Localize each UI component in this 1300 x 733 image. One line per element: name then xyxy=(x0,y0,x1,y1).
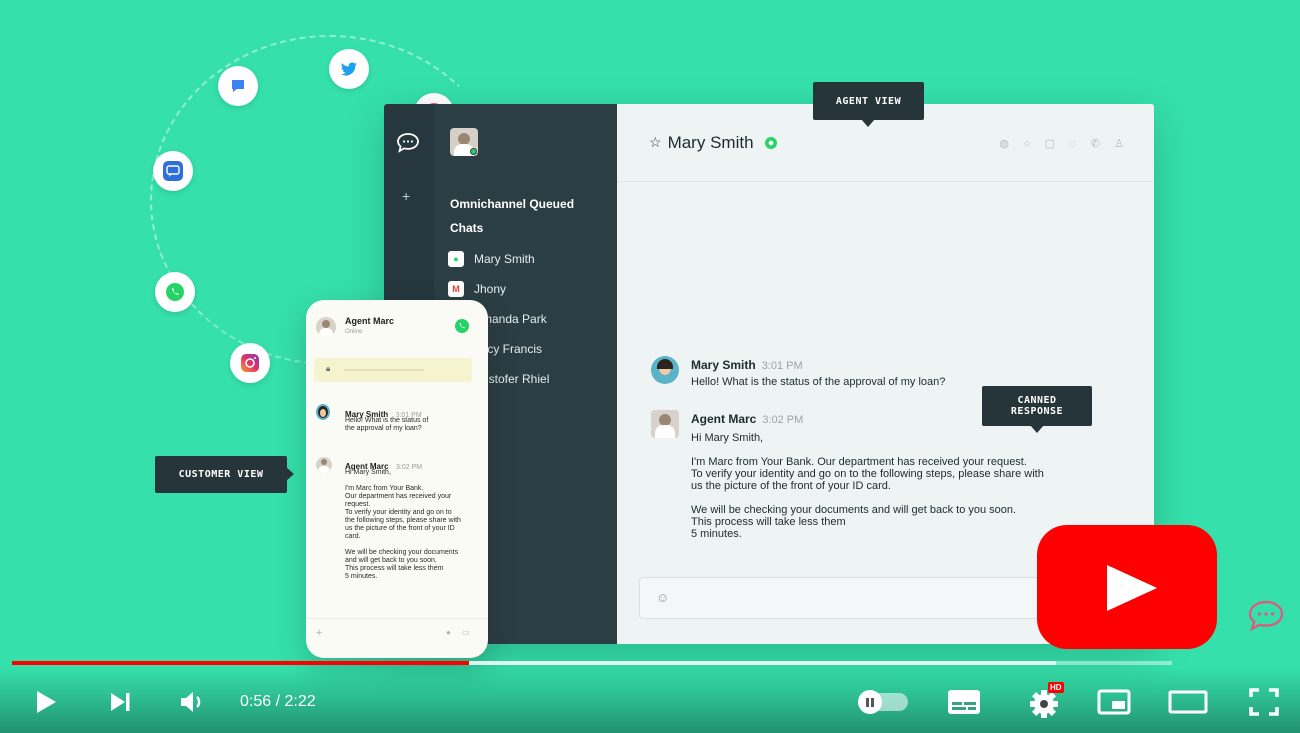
autoplay-toggle[interactable] xyxy=(856,680,912,724)
avatar xyxy=(651,410,679,438)
discussion-icon[interactable]: ◌ xyxy=(1069,138,1076,150)
fullscreen-button[interactable] xyxy=(1244,680,1284,724)
instagram-bubble xyxy=(230,343,270,383)
gmail-icon: M xyxy=(448,281,464,297)
play-icon xyxy=(1107,565,1157,611)
clock-icon[interactable]: ○ xyxy=(1023,138,1030,150)
play-icon xyxy=(37,691,56,713)
volume-icon xyxy=(181,692,201,712)
phone-icon[interactable]: ✆ xyxy=(1090,137,1099,150)
whatsapp-icon: ● xyxy=(448,251,464,267)
next-button[interactable] xyxy=(104,680,136,724)
agent-view-tag: AGENT VIEW xyxy=(813,82,924,120)
brand-watermark-icon xyxy=(1246,597,1286,640)
phone-banner: 🔒︎ xyxy=(314,358,472,382)
queue-item[interactable]: ● Mary Smith xyxy=(448,244,613,274)
messenger-icon xyxy=(232,80,244,92)
star-icon[interactable]: ☆ xyxy=(649,134,662,151)
phone-agent-name: Agent Marc xyxy=(345,316,395,326)
play-button[interactable] xyxy=(30,680,62,724)
subtitles-icon xyxy=(948,690,980,714)
emoji-icon[interactable]: ☺ xyxy=(656,590,669,605)
message-author: Agent Marc xyxy=(691,412,757,426)
phone-composer[interactable]: + ● ▭ xyxy=(306,618,488,658)
app-logo-icon xyxy=(396,132,420,159)
add-icon[interactable]: + xyxy=(316,627,322,639)
queue-title: Omnichannel Queued Chats xyxy=(450,197,575,235)
settings-button[interactable]: HD xyxy=(1020,680,1068,724)
contact-name: Mary Smith xyxy=(667,132,754,152)
tag-pointer xyxy=(1030,425,1044,433)
twitter-icon xyxy=(341,62,357,76)
tag-pointer xyxy=(861,119,875,127)
customer-view-tag: CUSTOMER VIEW xyxy=(155,456,287,493)
message-text: Hi Mary Smith, I'm Marc from Your Bank. … xyxy=(691,432,1044,540)
avatar xyxy=(316,404,330,420)
tag-pointer xyxy=(286,467,294,481)
whatsapp-icon xyxy=(166,283,184,301)
autoplay-track xyxy=(858,690,908,714)
new-window-icon[interactable]: ▢ xyxy=(1045,137,1055,150)
avatar xyxy=(651,356,679,384)
message-time: 3:02 PM xyxy=(762,414,804,426)
hd-badge: HD xyxy=(1048,682,1064,693)
video-frame[interactable]: { "agent_window": { "contact_name": "Mar… xyxy=(0,0,1300,733)
header-actions: ◍ ○ ▢ ◌ ✆ ♙ xyxy=(989,134,1124,152)
played-bar xyxy=(12,661,470,665)
volume-button[interactable] xyxy=(176,680,212,724)
agent-avatar xyxy=(316,317,336,337)
message-time: 3:01 PM xyxy=(761,360,803,372)
queue-item-name: Mary Smith xyxy=(474,252,535,266)
members-icon[interactable]: ♙ xyxy=(1114,137,1124,150)
subtitles-button[interactable] xyxy=(944,680,984,724)
canned-response-tag: CANNED RESPONSE xyxy=(982,386,1092,426)
video-icon[interactable]: ▭ xyxy=(462,628,470,637)
theater-mode-icon xyxy=(1168,690,1208,714)
twitter-bubble xyxy=(329,49,369,89)
whatsapp-icon xyxy=(764,136,777,149)
next-icon xyxy=(111,693,130,711)
agent-avatar[interactable] xyxy=(450,128,478,156)
avatar xyxy=(316,457,332,473)
fullscreen-icon xyxy=(1249,688,1279,716)
youtube-play-button[interactable] xyxy=(1037,525,1217,649)
message-author: Mary Smith xyxy=(691,358,756,372)
messenger-bubble xyxy=(218,66,258,106)
queue-item-name: Jhony xyxy=(474,282,507,296)
pause-icon xyxy=(858,690,882,714)
mic-icon[interactable]: ● xyxy=(446,628,451,637)
instagram-icon xyxy=(241,354,259,372)
message-text: Hello! What is the status of the approva… xyxy=(345,417,429,432)
time-display: 0:56 / 2:22 xyxy=(240,693,316,710)
add-icon[interactable]: + xyxy=(402,188,410,204)
message-text: Hi Mary Smith, I'm Marc from Your Bank. … xyxy=(345,469,461,580)
miniplayer-icon xyxy=(1097,689,1131,715)
livechat-bubble xyxy=(153,151,193,191)
lock-icon: 🔒︎ xyxy=(326,364,331,373)
chat-icon xyxy=(166,165,180,177)
customer-phone: Agent Marc Online 🔒︎ Mary Smith 3:01 PM … xyxy=(306,300,488,658)
miniplayer-button[interactable] xyxy=(1094,680,1134,724)
globe-icon[interactable]: ◍ xyxy=(999,137,1009,150)
phone-agent-status: Online xyxy=(345,329,363,335)
whatsapp-bubble xyxy=(155,272,195,312)
theater-button[interactable] xyxy=(1166,680,1210,724)
whatsapp-icon xyxy=(455,319,469,333)
